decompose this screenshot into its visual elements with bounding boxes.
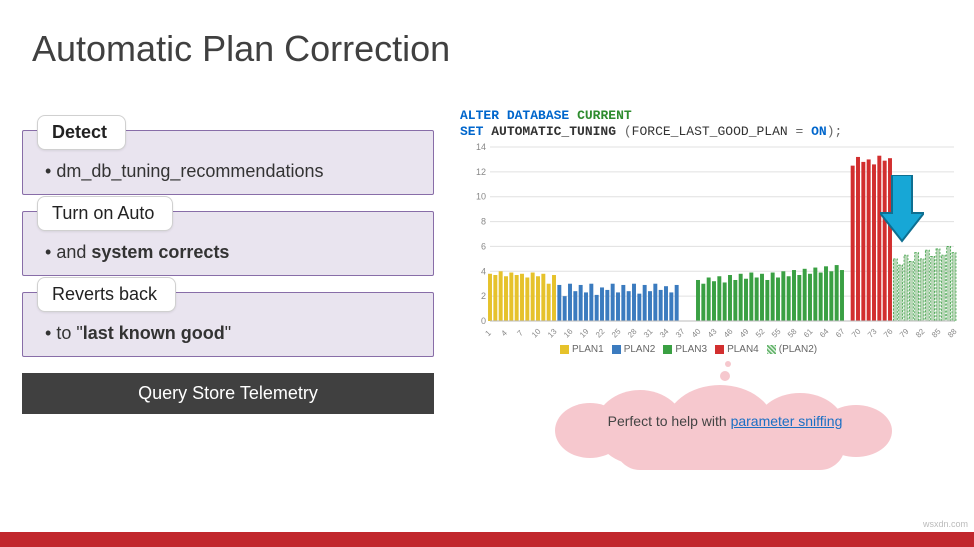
svg-text:19: 19 [578, 326, 591, 339]
cloud-text: Perfect to help with parameter sniffing [555, 413, 895, 429]
svg-text:8: 8 [481, 216, 486, 226]
svg-text:88: 88 [946, 326, 959, 339]
svg-text:22: 22 [594, 326, 607, 339]
card-header-reverts: Reverts back [37, 277, 176, 312]
kw-current: CURRENT [577, 108, 632, 123]
svg-text:34: 34 [658, 326, 671, 339]
svg-text:37: 37 [674, 326, 687, 339]
callout-cloud: Perfect to help with parameter sniffing [555, 385, 895, 470]
kw-database: DATABASE [507, 108, 569, 123]
svg-text:43: 43 [706, 326, 719, 339]
card-body-reverts-prefix: to " [45, 323, 83, 343]
legend-item: PLAN3 [663, 344, 707, 355]
svg-text:85: 85 [930, 326, 943, 339]
legend-item: PLAN2 [612, 344, 656, 355]
svg-text:76: 76 [882, 326, 895, 339]
svg-text:4: 4 [499, 328, 509, 338]
code-force-last: FORCE_LAST_GOOD_PLAN [632, 124, 788, 139]
blue-arrow-icon [880, 175, 924, 245]
card-body-detect: dm_db_tuning_recommendations [45, 161, 323, 181]
bottom-red-bar [0, 532, 974, 547]
svg-text:61: 61 [802, 326, 815, 339]
card-detect: Detect dm_db_tuning_recommendations [22, 130, 434, 195]
card-reverts: Reverts back to "last known good" [22, 292, 434, 357]
card-body-auto-prefix: and [45, 242, 91, 262]
svg-text:2: 2 [481, 291, 486, 301]
sql-code-block: ALTER DATABASE CURRENT SET AUTOMATIC_TUN… [460, 108, 960, 141]
svg-text:70: 70 [850, 326, 863, 339]
card-header-auto: Turn on Auto [37, 196, 173, 231]
svg-text:25: 25 [610, 326, 623, 339]
query-store-telemetry-bar: Query Store Telemetry [22, 373, 434, 414]
eq: = [788, 124, 811, 139]
svg-text:58: 58 [786, 326, 799, 339]
svg-text:0: 0 [481, 316, 486, 326]
paren-close: ); [827, 124, 843, 139]
card-body-auto-bold: system corrects [91, 242, 229, 262]
card-auto: Turn on Auto and system corrects [22, 211, 434, 276]
page-title: Automatic Plan Correction [32, 28, 450, 70]
left-column: Detect dm_db_tuning_recommendations Turn… [22, 130, 434, 414]
kw-on: ON [811, 124, 827, 139]
kw-set: SET [460, 124, 483, 139]
svg-text:64: 64 [818, 326, 831, 339]
svg-text:40: 40 [690, 326, 703, 339]
legend-item: PLAN4 [715, 344, 759, 355]
svg-text:49: 49 [738, 326, 751, 339]
svg-text:12: 12 [476, 166, 486, 176]
card-body-reverts-suffix: " [225, 323, 231, 343]
cloud-prefix: Perfect to help with [608, 413, 731, 429]
code-auto-tuning: AUTOMATIC_TUNING [491, 124, 616, 139]
kw-alter: ALTER [460, 108, 499, 123]
svg-text:6: 6 [481, 241, 486, 251]
parameter-sniffing-link[interactable]: parameter sniffing [731, 413, 843, 429]
svg-text:10: 10 [476, 191, 486, 201]
svg-text:14: 14 [476, 142, 486, 152]
svg-text:4: 4 [481, 266, 486, 276]
svg-text:10: 10 [530, 326, 543, 339]
card-header-detect: Detect [37, 115, 126, 150]
paren-open: ( [624, 124, 632, 139]
svg-text:82: 82 [914, 326, 927, 339]
watermark: wsxdn.com [923, 519, 968, 529]
svg-text:16: 16 [562, 326, 575, 339]
legend-item: PLAN1 [560, 344, 604, 355]
legend-item: (PLAN2) [767, 344, 817, 355]
svg-text:13: 13 [546, 326, 559, 339]
svg-text:79: 79 [898, 326, 911, 339]
svg-text:31: 31 [642, 326, 655, 339]
svg-text:28: 28 [626, 326, 639, 339]
chart-legend: PLAN1 PLAN2 PLAN3 PLAN4 (PLAN2) [560, 344, 825, 357]
card-body-reverts-bold: last known good [83, 323, 225, 343]
svg-text:73: 73 [866, 326, 879, 339]
svg-text:7: 7 [515, 328, 525, 338]
svg-text:55: 55 [770, 326, 783, 339]
svg-text:67: 67 [834, 326, 847, 339]
slide: Automatic Plan Correction Detect dm_db_t… [0, 0, 974, 547]
svg-text:52: 52 [754, 326, 767, 339]
svg-text:46: 46 [722, 326, 735, 339]
svg-text:1: 1 [483, 328, 493, 338]
